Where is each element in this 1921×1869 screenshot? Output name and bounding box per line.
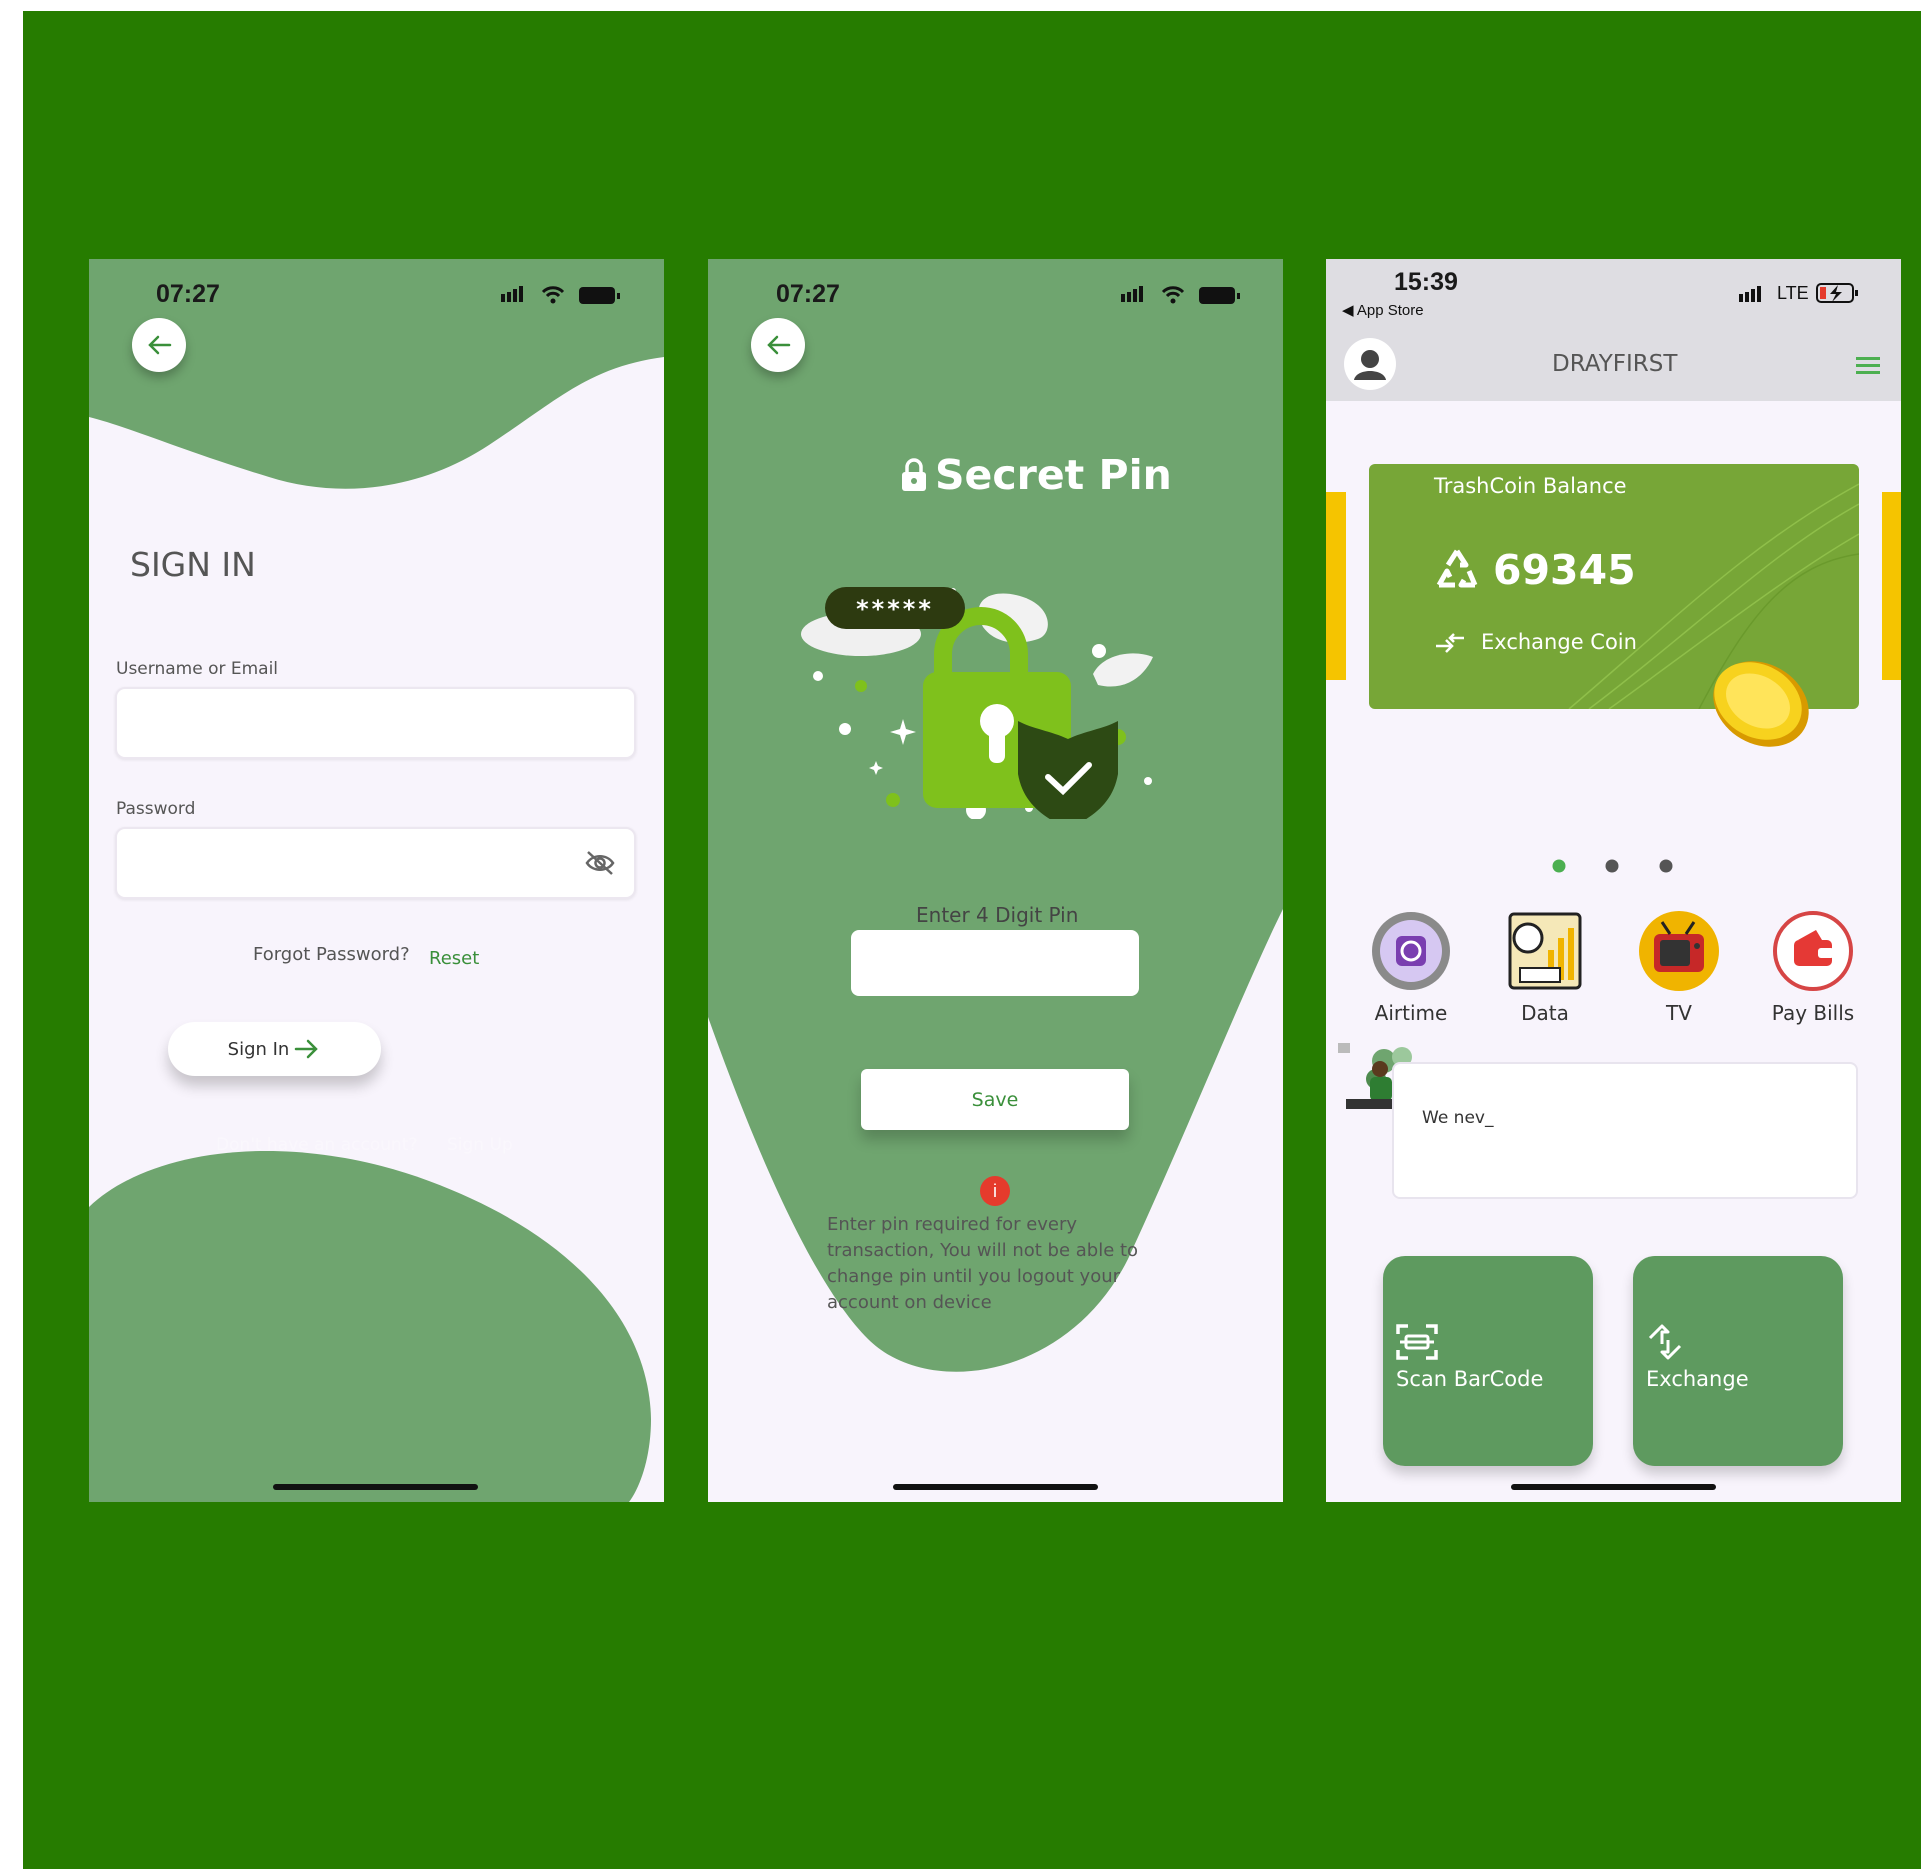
avatar[interactable] [1344, 338, 1396, 390]
barcode-scan-icon [1396, 1324, 1438, 1360]
scan-barcode-tile[interactable]: Scan BarCode [1383, 1256, 1593, 1466]
username-field[interactable] [115, 687, 636, 759]
lock-icon [902, 458, 926, 491]
dashboard-screen: 15:39 ◀ App Store LTE DRAYFIRST TrashCoi… [1326, 259, 1901, 1502]
signup-prompt: Don't have an account? [216, 1135, 418, 1155]
pin-input[interactable] [851, 930, 1139, 996]
signin-button-label: Sign In [227, 1038, 290, 1060]
pin-label: Enter 4 Digit Pin [916, 903, 1079, 927]
reset-link[interactable]: Reset [429, 948, 479, 969]
scan-barcode-label: Scan BarCode [1396, 1367, 1544, 1391]
arrow-left-icon [767, 335, 791, 355]
tv-icon [1639, 911, 1719, 991]
signin-screen: 07:27 SIGN IN Username or Email Password… [89, 259, 664, 1502]
forgot-password-text: Forgot Password? [253, 944, 410, 965]
exchange-icon [1648, 1324, 1682, 1360]
message-box[interactable] [1392, 1062, 1858, 1199]
service-label: Data [1521, 1001, 1569, 1025]
exchange-coin-link[interactable]: Exchange Coin [1481, 630, 1637, 654]
home-indicator [1511, 1484, 1716, 1490]
balance-value: 69345 [1493, 546, 1636, 594]
carousel-prev-card [1326, 492, 1346, 680]
service-label: Pay Bills [1771, 1001, 1855, 1025]
page-title: Secret Pin [935, 451, 1172, 499]
home-indicator [273, 1484, 478, 1490]
wallet-icon [1773, 911, 1853, 991]
exchange-arrows-icon [1436, 633, 1464, 653]
pin-notice: Enter pin required for every transaction… [827, 1214, 1139, 1313]
service-label: Airtime [1374, 1001, 1448, 1025]
page-title: SIGN IN [130, 545, 256, 584]
signup-link[interactable]: Sign Up [447, 1135, 513, 1155]
carousel-next-card [1882, 492, 1901, 680]
status-icons [501, 286, 620, 304]
status-icons [1121, 286, 1240, 304]
signal-icon [1739, 286, 1761, 302]
save-button[interactable]: Save [861, 1069, 1129, 1130]
service-pay-bills[interactable]: Pay Bills [1758, 910, 1868, 1025]
info-icon-glyph: i [993, 1181, 997, 1201]
arrow-left-icon [148, 335, 172, 355]
service-airtime[interactable]: Airtime [1356, 910, 1466, 1025]
back-button[interactable] [751, 318, 805, 372]
menu-icon[interactable] [1856, 356, 1882, 376]
carousel-dots[interactable] [1544, 856, 1684, 876]
home-indicator [893, 1484, 1098, 1490]
password-label: Password [116, 799, 196, 819]
arrow-right-icon [295, 1039, 319, 1059]
exchange-tile[interactable]: Exchange [1633, 1256, 1843, 1466]
eye-off-icon[interactable] [584, 849, 616, 877]
back-button[interactable] [132, 318, 186, 372]
password-mask: ***** [856, 595, 934, 623]
recycle-icon [1436, 549, 1478, 588]
user-icon [1354, 350, 1386, 380]
status-time: 07:27 [156, 280, 220, 308]
gold-coin-icon [1713, 661, 1809, 747]
service-tv[interactable]: TV [1624, 910, 1734, 1025]
network-type: LTE [1777, 283, 1809, 303]
app-title: DRAYFIRST [1552, 351, 1678, 377]
signin-button[interactable]: Sign In [168, 1022, 381, 1076]
password-field[interactable] [115, 827, 636, 899]
service-label: TV [1666, 1001, 1692, 1025]
username-label: Username or Email [116, 659, 279, 679]
status-time: 15:39 [1394, 268, 1458, 296]
service-data[interactable]: Data [1490, 910, 1600, 1025]
back-to-app-store[interactable]: ◀ App Store [1342, 301, 1424, 319]
exchange-tile-label: Exchange [1646, 1367, 1749, 1391]
message-text: We nev_ [1422, 1108, 1494, 1128]
battery-charging-icon [1816, 283, 1858, 303]
save-button-label: Save [971, 1088, 1019, 1111]
balance-label: TrashCoin Balance [1434, 474, 1627, 498]
secret-pin-screen: 07:27 Secret Pin ***** Enter 4 Digit Pin… [708, 259, 1283, 1502]
airtime-icon [1372, 912, 1450, 990]
status-time: 07:27 [776, 280, 840, 308]
data-icon [1508, 912, 1582, 990]
info-icon: i [980, 1176, 1010, 1206]
